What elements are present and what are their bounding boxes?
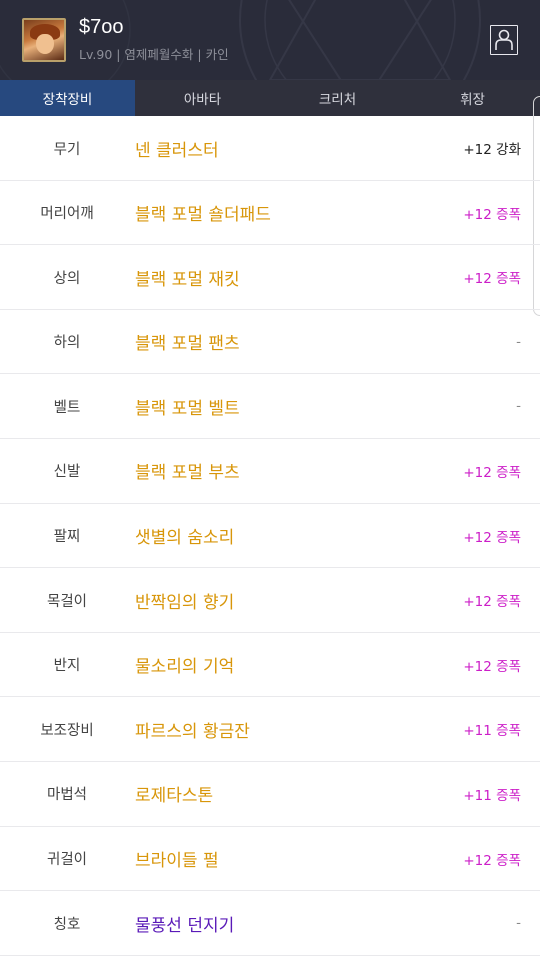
item-name[interactable]: 샛별의 숨소리 [135, 504, 234, 568]
upgrade-level: - [516, 398, 521, 415]
slot-label: 마법석 [46, 787, 88, 804]
character-avatar [22, 18, 66, 62]
upgrade-level: +12 증폭 [463, 594, 521, 611]
item-name[interactable]: 블랙 포멀 팬츠 [135, 310, 240, 374]
equipment-row[interactable]: 하의 블랙 포멀 팬츠 - [0, 310, 540, 375]
upgrade-level: +11 증폭 [463, 723, 521, 740]
item-name[interactable]: 물소리의 기억 [135, 633, 234, 697]
tab-bar: 장착장비 아바타 크리처 휘장 [0, 80, 540, 116]
upgrade-level: +12 증폭 [463, 852, 521, 869]
slot-label: 반지 [53, 658, 81, 675]
upgrade-level: +12 증폭 [463, 464, 521, 481]
item-name[interactable]: 넨 클러스터 [135, 116, 219, 180]
equipment-row[interactable]: 반지 물소리의 기억 +12 증폭 [0, 633, 540, 698]
equipment-list: 무기 넨 클러스터 +12 강화 머리어깨 블랙 포멀 숄더패드 +12 증폭 … [0, 116, 540, 956]
item-name[interactable]: 로제타스톤 [135, 762, 213, 826]
profile-button[interactable] [490, 25, 518, 55]
upgrade-level: +11 증폭 [463, 787, 521, 804]
character-name: $7oo [79, 16, 124, 38]
slot-label: 상의 [53, 270, 81, 287]
equipment-row[interactable]: 마법석 로제타스톤 +11 증폭 [0, 762, 540, 827]
slot-label: 보조장비 [40, 722, 94, 739]
upgrade-level: +12 증폭 [463, 271, 521, 288]
equipment-row[interactable]: 머리어깨 블랙 포멀 숄더패드 +12 증폭 [0, 181, 540, 246]
slot-label: 무기 [53, 141, 81, 158]
upgrade-level: - [516, 915, 521, 932]
equipment-row[interactable]: 칭호 물풍선 던지기 - [0, 891, 540, 956]
upgrade-level: - [516, 333, 521, 350]
slot-label: 신발 [53, 464, 81, 481]
slot-label: 칭호 [53, 916, 81, 933]
slot-label: 팔찌 [53, 529, 81, 546]
slot-label: 머리어깨 [40, 206, 94, 223]
tab-creature[interactable]: 크리처 [270, 80, 405, 116]
slot-label: 하의 [53, 335, 81, 352]
tab-emblem[interactable]: 휘장 [405, 80, 540, 116]
item-name[interactable]: 브라이들 펄 [135, 827, 219, 891]
slot-label: 귀걸이 [46, 852, 88, 869]
person-icon [495, 29, 513, 50]
item-name[interactable]: 물풍선 던지기 [135, 891, 234, 955]
item-name[interactable]: 반짝임의 향기 [135, 568, 234, 632]
tab-avatar[interactable]: 아바타 [135, 80, 270, 116]
tab-equipment[interactable]: 장착장비 [0, 80, 135, 116]
item-name[interactable]: 블랙 포멀 재킷 [135, 245, 240, 309]
character-header: $7oo Lv.90 | 염제페월수화 | 카인 [0, 0, 540, 80]
upgrade-level: +12 증폭 [463, 206, 521, 223]
upgrade-level: +12 증폭 [463, 529, 521, 546]
slot-label: 목걸이 [46, 593, 88, 610]
equipment-row[interactable]: 보조장비 파르스의 황금잔 +11 증폭 [0, 697, 540, 762]
character-meta: Lv.90 | 염제페월수화 | 카인 [79, 47, 229, 62]
item-name[interactable]: 블랙 포멀 숄더패드 [135, 181, 271, 245]
equipment-row[interactable]: 귀걸이 브라이들 펄 +12 증폭 [0, 827, 540, 892]
equipment-row[interactable]: 무기 넨 클러스터 +12 강화 [0, 116, 540, 181]
item-name[interactable]: 파르스의 황금잔 [135, 697, 250, 761]
equipment-row[interactable]: 신발 블랙 포멀 부츠 +12 증폭 [0, 439, 540, 504]
equipment-row[interactable]: 팔찌 샛별의 숨소리 +12 증폭 [0, 504, 540, 569]
item-name[interactable]: 블랙 포멀 부츠 [135, 439, 240, 503]
equipment-row[interactable]: 상의 블랙 포멀 재킷 +12 증폭 [0, 245, 540, 310]
upgrade-level: +12 증폭 [463, 658, 521, 675]
item-name[interactable]: 블랙 포멀 벨트 [135, 374, 240, 438]
equipment-row[interactable]: 벨트 블랙 포멀 벨트 - [0, 374, 540, 439]
equipment-row[interactable]: 목걸이 반짝임의 향기 +12 증폭 [0, 568, 540, 633]
header-pattern-decoration [0, 0, 481, 80]
slot-label: 벨트 [53, 399, 81, 416]
upgrade-level: +12 강화 [463, 142, 521, 158]
